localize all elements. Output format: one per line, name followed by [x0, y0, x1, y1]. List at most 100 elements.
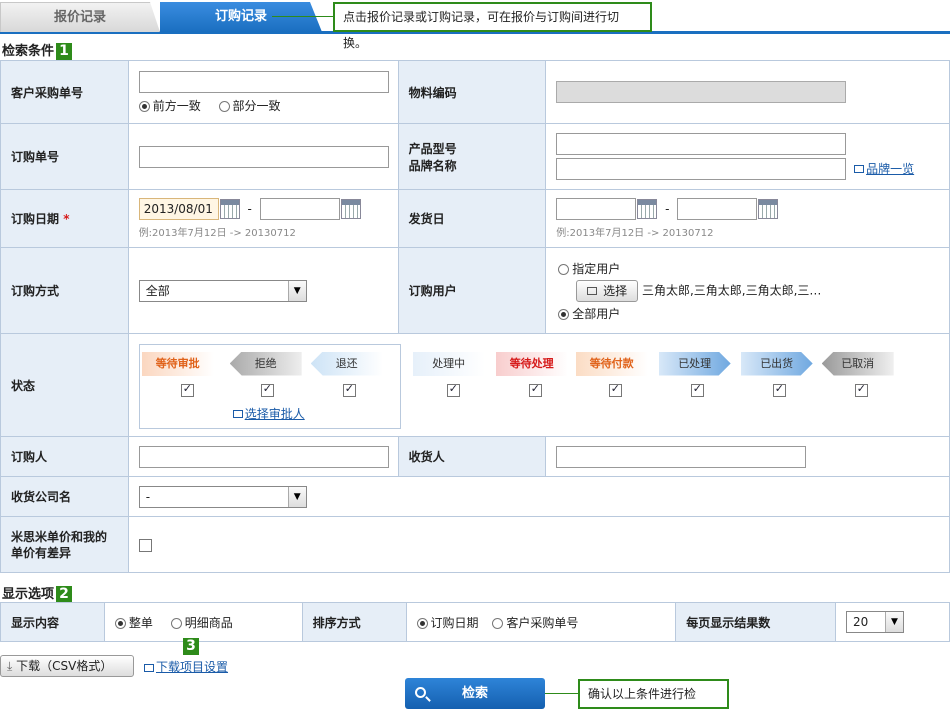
per-page-label: 每页显示结果数 — [675, 602, 837, 642]
calendar-icon[interactable] — [219, 199, 240, 219]
select-approver-link[interactable]: 选择审批人 — [232, 405, 305, 422]
status-processed: 已处理 — [659, 352, 731, 376]
match-prefix-radio[interactable] — [138, 100, 150, 112]
display-content-label: 显示内容 — [0, 602, 105, 642]
download-settings-link[interactable]: 下载项目设置 — [144, 658, 228, 675]
order-user-label: 订购用户 — [397, 247, 547, 334]
required-mark: * — [63, 212, 70, 226]
tab-switch-callout: 点击报价记录或订购记录，可在报价与订购间进行切换。 — [333, 2, 652, 50]
step-badge-1: 1 — [56, 43, 73, 60]
search-conditions-table: 客户采购单号 前方一致 部分一致 物料编码 订购单号 产品型号 品牌名称 品牌一… — [0, 60, 950, 573]
chevron-down-icon: ▼ — [885, 612, 904, 632]
sort-order-date-label: 订购日期 — [430, 615, 479, 630]
calendar-icon[interactable] — [340, 199, 361, 219]
product-model-label-text: 产品型号 — [408, 141, 457, 156]
select-user-button[interactable]: 选择 — [576, 279, 639, 302]
status-shipped-checkbox[interactable] — [772, 382, 786, 397]
display-detail-radio[interactable] — [170, 617, 182, 629]
calendar-icon[interactable] — [637, 199, 658, 219]
search-hint-callout: 确认以上条件进行检索。 — [578, 679, 729, 709]
search-conditions-heading: 检索条件 1 — [2, 40, 73, 60]
chevron-down-icon: ▼ — [287, 280, 306, 301]
status-awaiting-processing: 等待处理 — [495, 351, 568, 376]
receiving-company-select[interactable]: - ▼ — [138, 485, 307, 508]
sort-customer-po-radio[interactable] — [492, 617, 504, 629]
display-summary-label: 整单 — [128, 615, 153, 630]
step-badge-2: 2 — [56, 586, 73, 603]
order-date-from-input[interactable]: 2013/08/01 — [138, 198, 219, 220]
status-area: 等待审批 拒绝 退还 选择审批人 处理中 等待处理 等待付款 已处理 已出货 已… — [129, 335, 949, 436]
brand-list-link[interactable]: 品牌一览 — [854, 162, 914, 176]
material-code-label: 物料编码 — [397, 60, 547, 124]
material-code-input — [556, 81, 847, 103]
step-badge-3: 3 — [183, 638, 199, 655]
status-rejected-checkbox[interactable] — [260, 382, 274, 397]
product-model-input[interactable] — [556, 133, 847, 155]
customer-po-input[interactable] — [138, 70, 389, 93]
status-returned-checkbox[interactable] — [342, 382, 356, 397]
download-csv-button[interactable]: ⤓ 下载（CSV格式） — [0, 655, 134, 677]
product-model-label: 产品型号 品牌名称 — [397, 123, 547, 190]
status-awaiting-approval-checkbox[interactable] — [180, 382, 194, 397]
sort-order-date-radio[interactable] — [416, 617, 428, 629]
status-awaiting-payment: 等待付款 — [575, 351, 648, 376]
order-method-label: 订购方式 — [0, 247, 129, 334]
specified-user-radio[interactable] — [558, 263, 570, 275]
popup-icon — [587, 287, 598, 295]
status-awaiting-approval: 等待审批 — [141, 351, 214, 376]
chevron-down-icon: ▼ — [287, 486, 306, 507]
specified-user-label: 指定用户 — [572, 261, 621, 276]
date-range-separator: - — [665, 201, 670, 216]
orderer-input[interactable] — [138, 445, 389, 468]
status-label: 状态 — [0, 333, 129, 437]
match-prefix-label: 前方一致 — [152, 98, 201, 113]
status-returned: 退还 — [310, 351, 383, 376]
status-processed-checkbox[interactable] — [690, 382, 704, 397]
display-options-heading: 显示选项 2 — [2, 583, 73, 603]
popup-icon — [232, 410, 243, 418]
callout-connector — [272, 16, 334, 17]
price-diff-label: 米思米单价和我的 单价有差异 — [0, 516, 129, 573]
search-button[interactable]: 检索 — [405, 678, 545, 709]
order-no-label: 订购单号 — [0, 123, 129, 190]
display-summary-radio[interactable] — [114, 617, 126, 629]
per-page-select[interactable]: 20 ▼ — [846, 611, 905, 633]
sort-label: 排序方式 — [301, 602, 407, 642]
match-partial-radio[interactable] — [218, 100, 230, 112]
callout-connector — [545, 693, 579, 694]
status-shipped: 已出货 — [741, 352, 813, 376]
tab-order-records[interactable]: 订购记录 — [160, 2, 322, 32]
display-detail-label: 明细商品 — [184, 615, 233, 630]
sort-customer-po-label: 客户采购单号 — [506, 615, 579, 630]
order-date-to-input[interactable] — [259, 198, 340, 220]
receiving-company-label: 收货公司名 — [0, 476, 129, 517]
popup-icon — [854, 165, 865, 173]
all-users-radio[interactable] — [558, 308, 570, 320]
status-processing: 处理中 — [412, 351, 485, 376]
order-no-input[interactable] — [138, 145, 389, 168]
status-cancelled-checkbox[interactable] — [854, 382, 868, 397]
status-awaiting-processing-checkbox[interactable] — [528, 382, 542, 397]
popup-icon — [144, 663, 154, 672]
status-processing-checkbox[interactable] — [446, 382, 460, 397]
date-range-separator: - — [247, 201, 252, 216]
ship-date-from-input[interactable] — [556, 198, 637, 220]
all-users-label: 全部用户 — [572, 306, 621, 321]
ship-date-to-input[interactable] — [677, 198, 758, 220]
receiver-label: 收货人 — [397, 436, 547, 477]
ship-date-hint: 例:2013年7月12日 -> 20130712 — [556, 228, 714, 239]
brand-name-input[interactable] — [556, 158, 847, 180]
tab-quote-records[interactable]: 报价记录 — [0, 2, 160, 32]
status-awaiting-payment-checkbox[interactable] — [608, 382, 622, 397]
order-method-select[interactable]: 全部 ▼ — [138, 279, 307, 302]
search-conditions-title: 检索条件 — [2, 44, 55, 59]
price-diff-checkbox[interactable] — [138, 538, 152, 552]
status-rejected: 拒绝 — [229, 351, 302, 376]
order-date-hint: 例:2013年7月12日 -> 20130712 — [138, 228, 296, 239]
brand-name-label-text: 品牌名称 — [408, 158, 457, 173]
ship-date-label: 发货日 — [397, 189, 547, 248]
orderer-label: 订购人 — [0, 436, 129, 477]
match-partial-label: 部分一致 — [232, 98, 281, 113]
calendar-icon[interactable] — [758, 199, 779, 219]
receiver-input[interactable] — [556, 445, 807, 468]
